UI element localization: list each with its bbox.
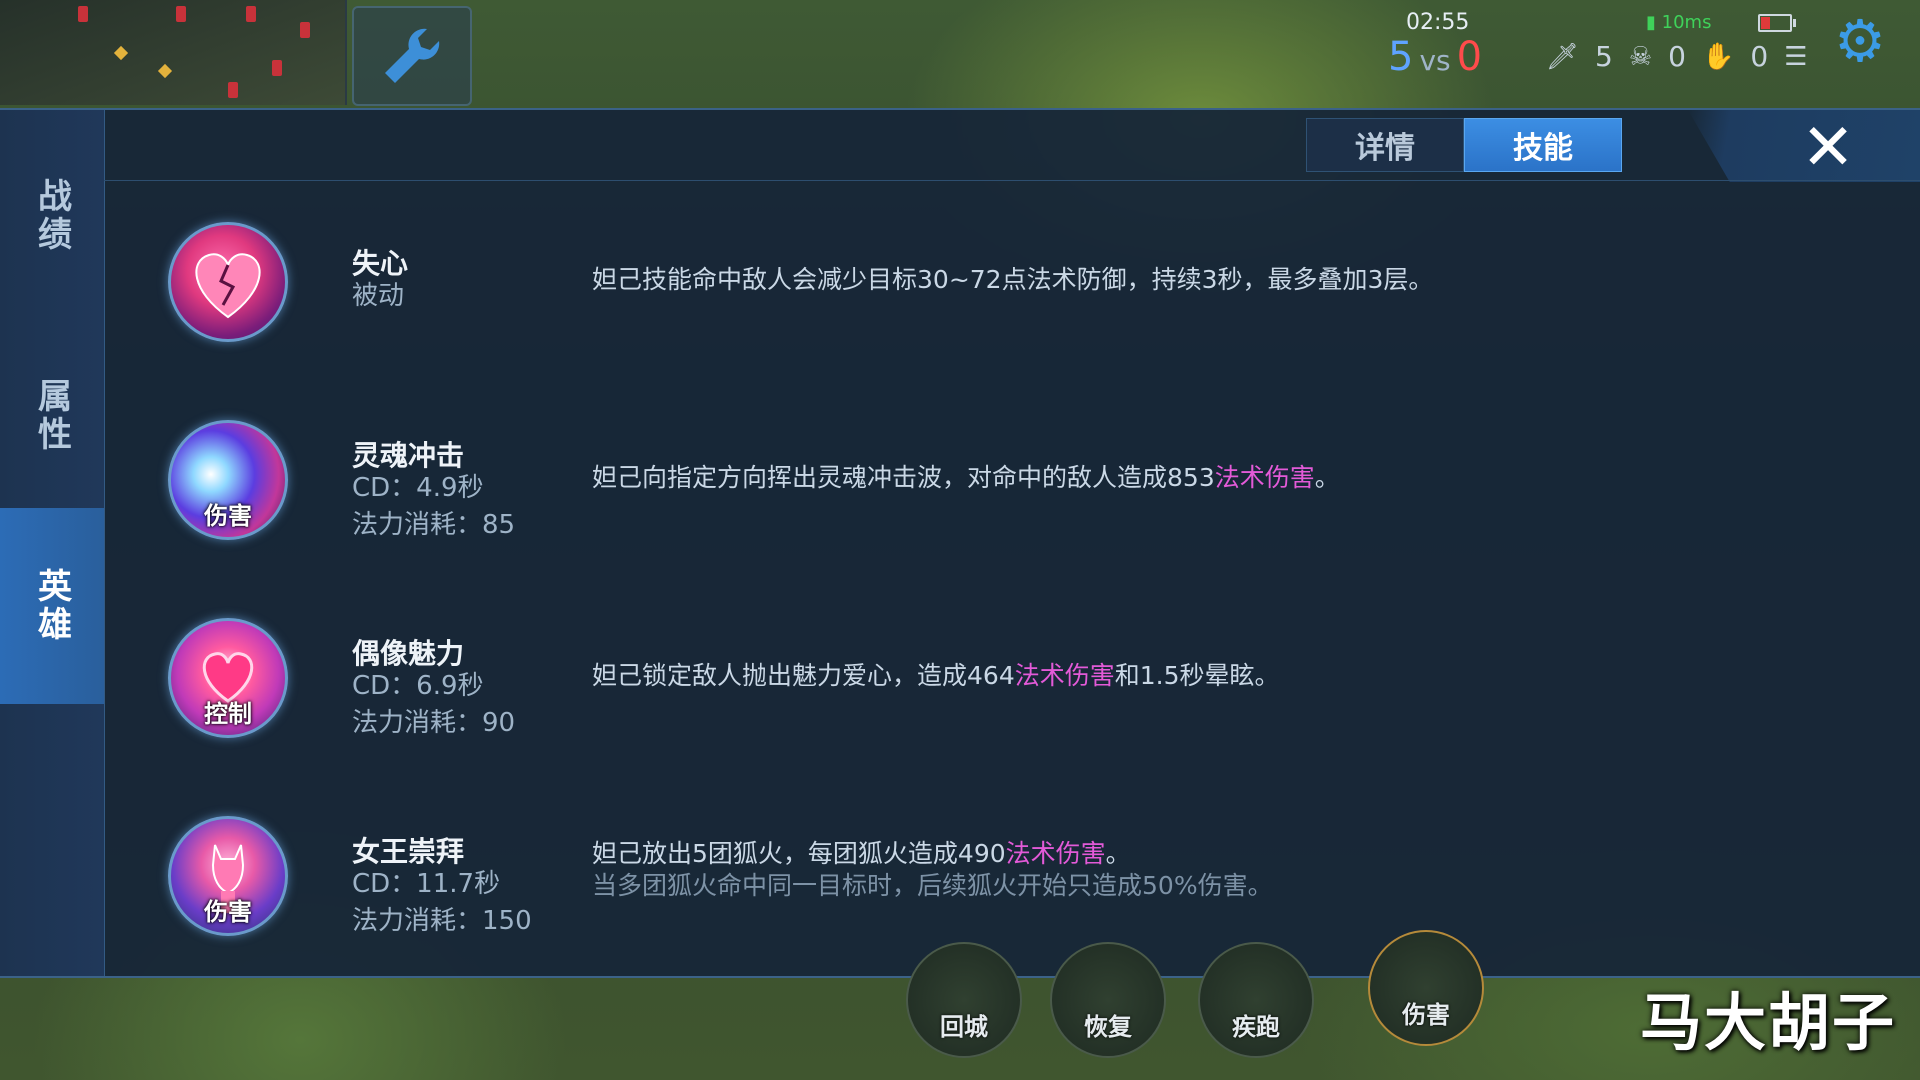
divider	[104, 180, 1920, 181]
minimap[interactable]	[0, 0, 347, 105]
sidebar-item-stats[interactable]: 战绩	[0, 118, 104, 314]
skill-damage-button[interactable]: 伤害	[1368, 930, 1484, 1046]
fox-queen-icon[interactable]: 伤害	[168, 816, 288, 936]
skill-tag: 伤害	[204, 502, 252, 530]
network-ping: ▮ 10ms	[1646, 12, 1711, 33]
sidebar-item-hero[interactable]: 英雄	[0, 508, 104, 704]
skill-mana-cost: 法力消耗：85	[352, 510, 516, 540]
recall-label: 回城	[940, 1013, 988, 1041]
enemy-tower-marker	[78, 6, 88, 22]
skill-mana-cost: 法力消耗：150	[352, 906, 532, 936]
sidebar: 战绩 属性 英雄	[0, 110, 105, 976]
skill-row-1: 伤害 灵魂冲击 CD：4.9秒 法力消耗：85 妲己向指定方向挥出灵魂冲击波，对…	[160, 420, 1900, 610]
heart-icon[interactable]: 控制	[168, 618, 288, 738]
skill-cooldown: CD：6.9秒	[352, 671, 484, 701]
skill-type: 被动	[352, 281, 405, 311]
team-score-right: 0	[1456, 34, 1483, 80]
enemy-base-marker	[300, 22, 310, 38]
wrench-icon	[385, 28, 440, 83]
sidebar-item-attributes[interactable]: 属性	[0, 318, 104, 514]
skill-name: 灵魂冲击	[352, 439, 465, 472]
enemy-tower-marker	[246, 6, 256, 22]
kda-display: 🗡 5 ☠ 0 ✋ 0 ☰	[1546, 40, 1808, 73]
battery-icon	[1758, 14, 1796, 32]
enemy-tower-marker	[228, 82, 238, 98]
score-vs: vs	[1419, 44, 1451, 77]
match-time: 02:55	[1406, 10, 1470, 35]
signal-icon: ▮	[1646, 12, 1656, 33]
objective-marker	[113, 45, 129, 61]
skill-row-passive: 失心 被动 妲己技能命中敌人会减少目标30~72点法术防御，持续3秒，最多叠加3…	[160, 222, 1900, 412]
broken-heart-icon[interactable]	[168, 222, 288, 342]
ping-value: 10ms	[1661, 12, 1712, 33]
magic-damage-text: 法术伤害	[1014, 661, 1115, 690]
sprint-button[interactable]: 疾跑	[1198, 942, 1314, 1058]
skill-name: 女王崇拜	[352, 835, 465, 868]
list-icon[interactable]: ☰	[1784, 42, 1807, 72]
desc-text: 妲己放出5团狐火，每团狐火造成490	[592, 839, 1006, 868]
skill-name: 失心	[352, 247, 409, 280]
skill-damage-label: 伤害	[1402, 1001, 1450, 1029]
close-button[interactable]: ✕	[1790, 111, 1866, 185]
soul-strike-icon[interactable]: 伤害	[168, 420, 288, 540]
restore-button[interactable]: 恢复	[1050, 942, 1166, 1058]
sprint-label: 疾跑	[1232, 1013, 1280, 1041]
magic-damage-text: 法术伤害	[1005, 839, 1106, 868]
watermark: 马大胡子	[1640, 986, 1897, 1059]
skill-description: 妲己放出5团狐火，每团狐火造成490法术伤害。	[592, 838, 1131, 870]
enemy-tower-marker	[176, 6, 186, 22]
skill-cooldown: CD：11.7秒	[352, 869, 501, 899]
skill-cooldown: CD：4.9秒	[352, 473, 484, 503]
magic-damage-text: 法术伤害	[1214, 463, 1315, 492]
skill-description: 妲己技能命中敌人会减少目标30~72点法术防御，持续3秒，最多叠加3层。	[592, 265, 1434, 294]
hand-icon: ✋	[1701, 41, 1735, 72]
skill-mana-cost: 法力消耗：90	[352, 708, 516, 738]
team-score: 5 vs 0	[1388, 34, 1482, 80]
skill-description: 妲己向指定方向挥出灵魂冲击波，对命中的敌人造成853法术伤害。	[592, 462, 1340, 494]
skill-description: 妲己锁定敌人抛出魅力爱心，造成464法术伤害和1.5秒晕眩。	[592, 660, 1280, 692]
tab-details[interactable]: 详情	[1306, 118, 1464, 172]
skill-row-ultimate: 伤害 女王崇拜 CD：11.7秒 法力消耗：150 妲己放出5团狐火，每团狐火造…	[160, 816, 1900, 1006]
objective-marker	[157, 63, 173, 79]
skull-icon: ☠	[1628, 41, 1653, 72]
desc-text: 和1.5秒晕眩。	[1114, 661, 1280, 690]
enemy-tower-marker	[272, 60, 282, 76]
skill-note: 当多团狐火命中同一目标时，后续狐火开始只造成50%伤害。	[592, 870, 1273, 902]
desc-text: 妲己锁定敌人抛出魅力爱心，造成464	[592, 661, 1015, 690]
sword-icon: 🗡	[1546, 41, 1580, 72]
kills-count: 5	[1595, 40, 1613, 73]
assists-count: 0	[1750, 40, 1769, 73]
skill-row-2: 控制 偶像魅力 CD：6.9秒 法力消耗：90 妲己锁定敌人抛出魅力爱心，造成4…	[160, 618, 1900, 808]
skill-tag: 控制	[204, 700, 252, 728]
hero-info-panel: 战绩 属性 英雄 详情 技能 ✕ 失心 被动 妲己技能命中敌人会减少目标30~7…	[0, 108, 1920, 978]
desc-text: 。	[1314, 463, 1340, 492]
skill-name: 偶像魅力	[352, 637, 465, 670]
settings-shortcut-button[interactable]	[352, 6, 472, 106]
skill-tag: 伤害	[204, 898, 252, 926]
desc-text: 妲己向指定方向挥出灵魂冲击波，对命中的敌人造成853	[592, 463, 1215, 492]
tab-bar: 详情 技能	[1306, 118, 1622, 172]
note-text: 当多团狐火命中同一目标时，后续狐火开始只造成50%伤害。	[592, 871, 1273, 900]
deaths-count: 0	[1668, 40, 1686, 73]
gear-icon[interactable]: ⚙	[1834, 12, 1886, 70]
recall-button[interactable]: 回城	[906, 942, 1022, 1058]
sidebar-item-label: 英雄	[31, 568, 72, 644]
sidebar-item-label: 战绩	[31, 178, 72, 254]
close-icon: ✕	[1801, 111, 1855, 185]
tab-skills[interactable]: 技能	[1464, 118, 1622, 172]
restore-label: 恢复	[1084, 1013, 1132, 1041]
desc-text: 。	[1105, 839, 1131, 868]
team-score-left: 5	[1388, 34, 1414, 80]
sidebar-item-label: 属性	[31, 378, 72, 454]
broken-heart-icon-art	[195, 253, 261, 319]
